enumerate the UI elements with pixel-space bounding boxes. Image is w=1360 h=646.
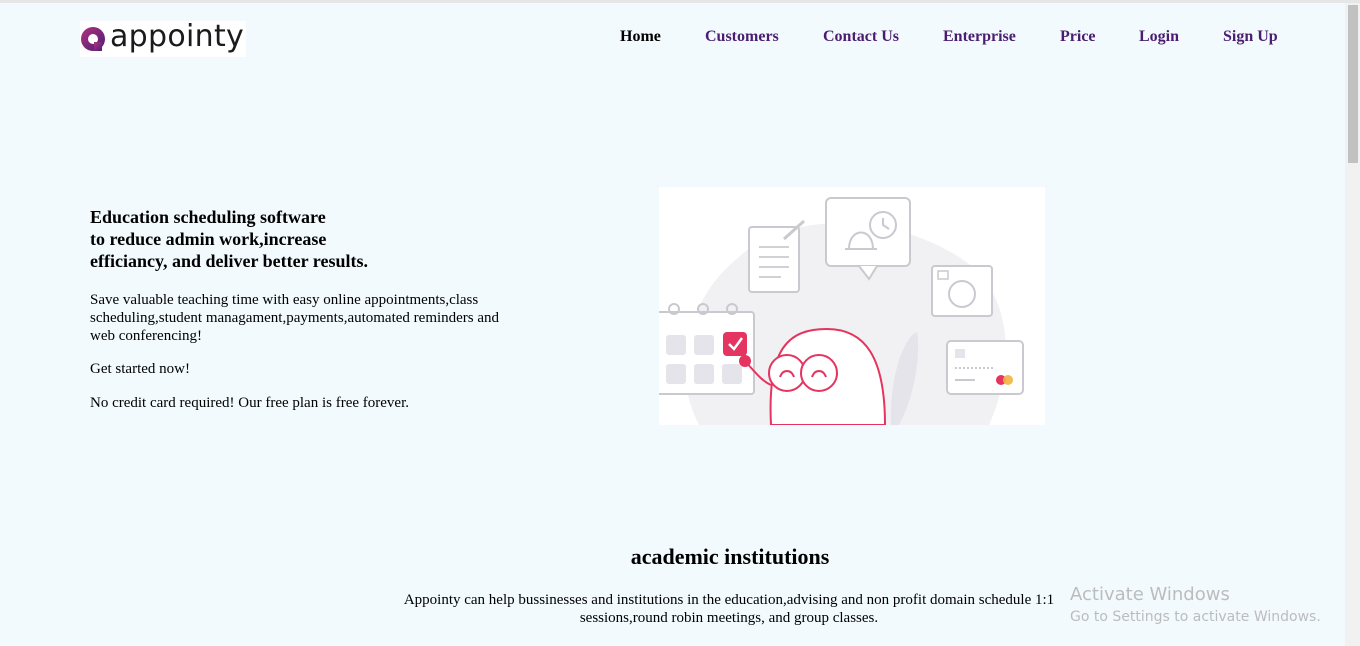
hero-description: Save valuable teaching time with easy on… xyxy=(90,292,500,344)
section-description: Appointy can help bussinesses and instit… xyxy=(403,592,1055,626)
document-icon xyxy=(748,219,806,293)
scrollbar-thumb[interactable] xyxy=(1348,5,1358,163)
bell-clock-icon xyxy=(825,197,911,281)
nav-home[interactable]: Home xyxy=(620,28,661,46)
windows-activation-title: Activate Windows xyxy=(1070,584,1230,605)
section-title: academic institutions xyxy=(630,544,830,569)
hero-title-line: Education scheduling software xyxy=(90,207,326,227)
appointy-logo-icon xyxy=(81,27,105,51)
brand-logo[interactable]: appointy xyxy=(80,19,246,57)
credit-card-icon xyxy=(946,340,1024,395)
nav-customers[interactable]: Customers xyxy=(705,28,779,46)
nav-login[interactable]: Login xyxy=(1139,28,1179,46)
vertical-scrollbar[interactable] xyxy=(1345,3,1360,646)
hero-cta-text: Get started now! xyxy=(90,361,190,377)
brand-name: appointy xyxy=(110,19,245,54)
nav-enterprise[interactable]: Enterprise xyxy=(943,28,1016,46)
windows-activation-subtitle: Go to Settings to activate Windows. xyxy=(1070,609,1321,625)
hero-title-line: to reduce admin work,increase xyxy=(90,229,327,249)
hero-note: No credit card required! Our free plan i… xyxy=(90,395,409,411)
scheduling-illustration xyxy=(659,197,1024,425)
top-border xyxy=(0,0,1360,3)
hero-title-line: efficiancy, and deliver better results. xyxy=(90,251,368,271)
calendar-icon xyxy=(659,303,755,395)
hero-title: Education scheduling software to reduce … xyxy=(90,206,510,272)
nav-sign-up[interactable]: Sign Up xyxy=(1223,28,1278,46)
nav-price[interactable]: Price xyxy=(1060,28,1096,46)
video-chat-icon xyxy=(931,265,993,317)
nav-contact-us[interactable]: Contact Us xyxy=(823,28,899,46)
hero-illustration xyxy=(659,187,1045,425)
